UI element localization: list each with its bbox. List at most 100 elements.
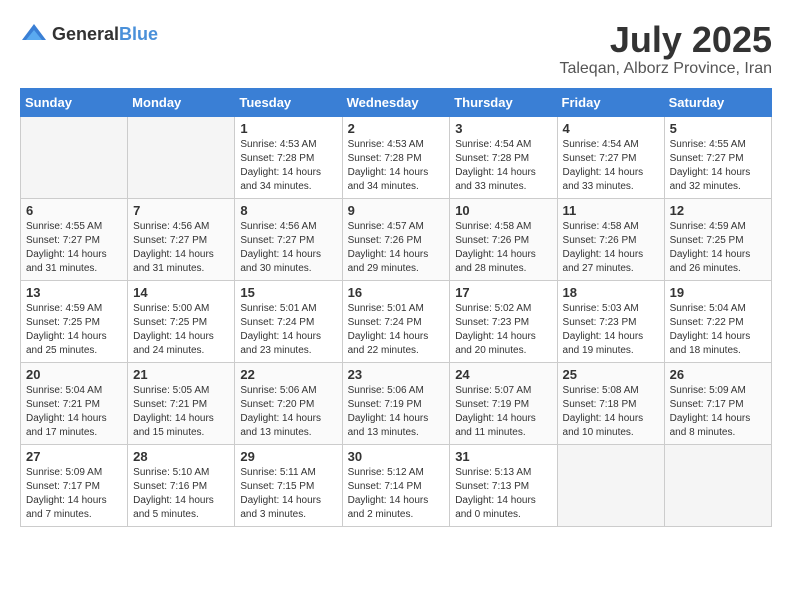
calendar-cell: 5 Sunrise: 4:55 AMSunset: 7:27 PMDaylight… [664, 116, 771, 198]
day-info: Sunrise: 5:06 AMSunset: 7:20 PMDaylight:… [240, 384, 336, 440]
calendar-header-row: SundayMondayTuesdayWednesdayThursdayFrid… [21, 88, 772, 116]
day-number: 29 [240, 449, 336, 464]
day-info: Sunrise: 4:53 AMSunset: 7:28 PMDaylight:… [348, 138, 445, 194]
logo-icon [20, 20, 48, 48]
logo-text: GeneralBlue [52, 24, 158, 45]
day-number: 24 [455, 367, 551, 382]
calendar-cell: 14 Sunrise: 5:00 AMSunset: 7:25 PMDayligh… [128, 280, 235, 362]
calendar-cell: 10 Sunrise: 4:58 AMSunset: 7:26 PMDayligh… [450, 198, 557, 280]
calendar-cell: 28 Sunrise: 5:10 AMSunset: 7:16 PMDayligh… [128, 444, 235, 526]
day-info: Sunrise: 5:13 AMSunset: 7:13 PMDaylight:… [455, 466, 551, 522]
day-number: 5 [670, 121, 766, 136]
day-info: Sunrise: 4:57 AMSunset: 7:26 PMDaylight:… [348, 220, 445, 276]
day-info: Sunrise: 5:01 AMSunset: 7:24 PMDaylight:… [348, 302, 445, 358]
day-number: 1 [240, 121, 336, 136]
day-info: Sunrise: 4:58 AMSunset: 7:26 PMDaylight:… [455, 220, 551, 276]
day-info: Sunrise: 5:06 AMSunset: 7:19 PMDaylight:… [348, 384, 445, 440]
day-number: 22 [240, 367, 336, 382]
day-info: Sunrise: 4:55 AMSunset: 7:27 PMDaylight:… [670, 138, 766, 194]
calendar-cell: 11Sunrise: 4:58 AMSunset: 7:26 PMDayligh… [557, 198, 664, 280]
calendar-cell: 16 Sunrise: 5:01 AMSunset: 7:24 PMDayligh… [342, 280, 450, 362]
calendar-cell [664, 444, 771, 526]
day-info: Sunrise: 5:04 AMSunset: 7:21 PMDaylight:… [26, 384, 122, 440]
day-number: 8 [240, 203, 336, 218]
day-number: 12 [670, 203, 766, 218]
day-number: 7 [133, 203, 229, 218]
calendar-week-5: 27Sunrise: 5:09 AMSunset: 7:17 PMDayligh… [21, 444, 772, 526]
calendar-cell: 25 Sunrise: 5:08 AMSunset: 7:18 PMDayligh… [557, 362, 664, 444]
header-day-friday: Friday [557, 88, 664, 116]
day-number: 26 [670, 367, 766, 382]
calendar-cell: 15Sunrise: 5:01 AMSunset: 7:24 PMDayligh… [235, 280, 342, 362]
day-number: 10 [455, 203, 551, 218]
month-title: July 2025 [559, 20, 772, 60]
day-info: Sunrise: 5:10 AMSunset: 7:16 PMDaylight:… [133, 466, 229, 522]
day-info: Sunrise: 4:56 AMSunset: 7:27 PMDaylight:… [240, 220, 336, 276]
calendar-cell: 7 Sunrise: 4:56 AMSunset: 7:27 PMDaylight… [128, 198, 235, 280]
calendar-week-3: 13 Sunrise: 4:59 AMSunset: 7:25 PMDayligh… [21, 280, 772, 362]
calendar-cell: 9Sunrise: 4:57 AMSunset: 7:26 PMDaylight… [342, 198, 450, 280]
day-info: Sunrise: 4:56 AMSunset: 7:27 PMDaylight:… [133, 220, 229, 276]
calendar-cell: 26 Sunrise: 5:09 AMSunset: 7:17 PMDayligh… [664, 362, 771, 444]
day-number: 20 [26, 367, 122, 382]
calendar-cell: 13 Sunrise: 4:59 AMSunset: 7:25 PMDayligh… [21, 280, 128, 362]
day-number: 25 [563, 367, 659, 382]
day-info: Sunrise: 4:54 AMSunset: 7:28 PMDaylight:… [455, 138, 551, 194]
day-info: Sunrise: 5:00 AMSunset: 7:25 PMDaylight:… [133, 302, 229, 358]
day-number: 28 [133, 449, 229, 464]
day-number: 31 [455, 449, 551, 464]
day-info: Sunrise: 5:09 AMSunset: 7:17 PMDaylight:… [670, 384, 766, 440]
calendar-cell [128, 116, 235, 198]
day-info: Sunrise: 4:54 AMSunset: 7:27 PMDaylight:… [563, 138, 659, 194]
day-number: 30 [348, 449, 445, 464]
calendar-cell: 31 Sunrise: 5:13 AMSunset: 7:13 PMDayligh… [450, 444, 557, 526]
day-number: 16 [348, 285, 445, 300]
header-day-thursday: Thursday [450, 88, 557, 116]
calendar-week-2: 6 Sunrise: 4:55 AMSunset: 7:27 PMDaylight… [21, 198, 772, 280]
day-number: 13 [26, 285, 122, 300]
day-info: Sunrise: 4:55 AMSunset: 7:27 PMDaylight:… [26, 220, 122, 276]
calendar-week-1: 1 Sunrise: 4:53 AMSunset: 7:28 PMDaylight… [21, 116, 772, 198]
day-number: 14 [133, 285, 229, 300]
day-number: 2 [348, 121, 445, 136]
day-number: 23 [348, 367, 445, 382]
header-day-monday: Monday [128, 88, 235, 116]
calendar-cell: 30Sunrise: 5:12 AMSunset: 7:14 PMDayligh… [342, 444, 450, 526]
day-number: 18 [563, 285, 659, 300]
calendar-cell: 3Sunrise: 4:54 AMSunset: 7:28 PMDaylight… [450, 116, 557, 198]
day-info: Sunrise: 5:11 AMSunset: 7:15 PMDaylight:… [240, 466, 336, 522]
calendar-cell: 1Sunrise: 4:53 AMSunset: 7:28 PMDaylight… [235, 116, 342, 198]
day-number: 21 [133, 367, 229, 382]
day-number: 6 [26, 203, 122, 218]
calendar-cell [557, 444, 664, 526]
calendar-cell: 29 Sunrise: 5:11 AMSunset: 7:15 PMDayligh… [235, 444, 342, 526]
day-info: Sunrise: 4:59 AMSunset: 7:25 PMDaylight:… [670, 220, 766, 276]
day-number: 4 [563, 121, 659, 136]
day-info: Sunrise: 5:07 AMSunset: 7:19 PMDaylight:… [455, 384, 551, 440]
calendar-cell: 24 Sunrise: 5:07 AMSunset: 7:19 PMDayligh… [450, 362, 557, 444]
day-info: Sunrise: 5:04 AMSunset: 7:22 PMDaylight:… [670, 302, 766, 358]
day-info: Sunrise: 5:01 AMSunset: 7:24 PMDaylight:… [240, 302, 336, 358]
day-number: 27 [26, 449, 122, 464]
calendar-cell: 27Sunrise: 5:09 AMSunset: 7:17 PMDayligh… [21, 444, 128, 526]
header-day-saturday: Saturday [664, 88, 771, 116]
logo: GeneralBlue [20, 20, 158, 48]
calendar-week-4: 20 Sunrise: 5:04 AMSunset: 7:21 PMDayligh… [21, 362, 772, 444]
day-info: Sunrise: 5:02 AMSunset: 7:23 PMDaylight:… [455, 302, 551, 358]
calendar-cell: 22 Sunrise: 5:06 AMSunset: 7:20 PMDayligh… [235, 362, 342, 444]
calendar-cell: 17Sunrise: 5:02 AMSunset: 7:23 PMDayligh… [450, 280, 557, 362]
day-info: Sunrise: 4:59 AMSunset: 7:25 PMDaylight:… [26, 302, 122, 358]
day-info: Sunrise: 5:03 AMSunset: 7:23 PMDaylight:… [563, 302, 659, 358]
calendar-cell: 18 Sunrise: 5:03 AMSunset: 7:23 PMDayligh… [557, 280, 664, 362]
calendar-cell: 21 Sunrise: 5:05 AMSunset: 7:21 PMDayligh… [128, 362, 235, 444]
calendar-cell: 12 Sunrise: 4:59 AMSunset: 7:25 PMDayligh… [664, 198, 771, 280]
day-info: Sunrise: 4:58 AMSunset: 7:26 PMDaylight:… [563, 220, 659, 276]
header-day-wednesday: Wednesday [342, 88, 450, 116]
day-info: Sunrise: 5:08 AMSunset: 7:18 PMDaylight:… [563, 384, 659, 440]
calendar-table: SundayMondayTuesdayWednesdayThursdayFrid… [20, 88, 772, 527]
location-title: Taleqan, Alborz Province, Iran [559, 60, 772, 78]
header-day-sunday: Sunday [21, 88, 128, 116]
calendar-cell: 20 Sunrise: 5:04 AMSunset: 7:21 PMDayligh… [21, 362, 128, 444]
day-info: Sunrise: 5:05 AMSunset: 7:21 PMDaylight:… [133, 384, 229, 440]
calendar-cell: 2 Sunrise: 4:53 AMSunset: 7:28 PMDaylight… [342, 116, 450, 198]
